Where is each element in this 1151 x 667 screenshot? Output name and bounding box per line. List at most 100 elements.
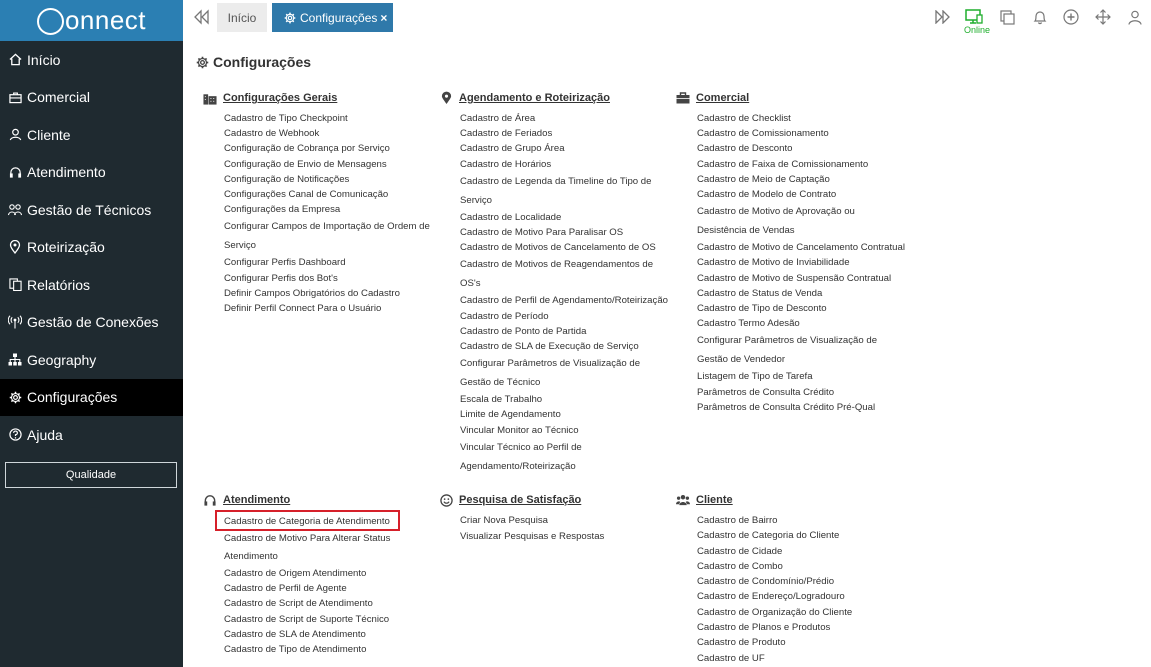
qualidade-button[interactable]: Qualidade — [5, 462, 177, 488]
link-configurar-parametros-tecnico[interactable]: Configurar Parâmetros de Visualização de — [460, 354, 671, 373]
link-cadastro-legenda-timeline[interactable]: Cadastro de Legenda da Timeline do Tipo … — [460, 172, 671, 191]
link-definir-campos-obrigatorios[interactable]: Definir Campos Obrigatórios do Cadastro — [224, 286, 435, 301]
sidebar-item-relatorios[interactable]: Relatórios — [0, 266, 183, 304]
link-cadastro-motivos-reagendamentos[interactable]: Cadastro de Motivos de Reagendamentos de — [460, 255, 671, 274]
sidebar-item-atendimento[interactable]: Atendimento — [0, 154, 183, 192]
link-cadastro-tipo-atendimento[interactable]: Cadastro de Tipo de Atendimento — [224, 642, 435, 657]
link-parametros-consulta-credito-prequal[interactable]: Parâmetros de Consulta Crédito Pré-Qual — [697, 400, 908, 415]
link-cadastro-uf[interactable]: Cadastro de UF — [697, 651, 908, 666]
sidebar-item-gestao-tecnicos[interactable]: Gestão de Técnicos — [0, 191, 183, 229]
section-header[interactable]: Comercial — [676, 91, 908, 105]
link-configuracao-notificacoes[interactable]: Configuração de Notificações — [224, 172, 435, 187]
link-cadastro-produto[interactable]: Cadastro de Produto — [697, 635, 908, 650]
link-cadastro-combo[interactable]: Cadastro de Combo — [697, 559, 908, 574]
link-configurar-perfis-bots[interactable]: Configurar Perfis dos Bot's — [224, 271, 435, 286]
link-vincular-tecnico-perfil[interactable]: Vincular Técnico ao Perfil de — [460, 438, 671, 457]
link-cadastro-meio-captacao[interactable]: Cadastro de Meio de Captação — [697, 172, 908, 187]
windows-icon[interactable] — [998, 8, 1016, 26]
link-cadastro-categoria-cliente[interactable]: Cadastro de Categoria do Cliente — [697, 528, 908, 543]
link-cadastro-endereco[interactable]: Cadastro de Endereço/Logradouro — [697, 589, 908, 604]
link-cadastro-bairro[interactable]: Cadastro de Bairro — [697, 513, 908, 528]
collapse-tabs-icon[interactable] — [193, 9, 209, 30]
link-cadastro-desconto[interactable]: Cadastro de Desconto — [697, 141, 908, 156]
sidebar-item-roteirizacao[interactable]: Roteirização — [0, 229, 183, 267]
sidebar-item-geography[interactable]: Geography — [0, 341, 183, 379]
section-header[interactable]: Pesquisa de Satisfação — [439, 493, 671, 507]
link-cadastro-motivo-inviabilidade[interactable]: Cadastro de Motivo de Inviabilidade — [697, 255, 908, 270]
section-header[interactable]: Atendimento — [203, 493, 435, 507]
link-cadastro-motivo-aprovacao-cont[interactable]: Desistência de Vendas — [697, 221, 908, 240]
sidebar-item-comercial[interactable]: Comercial — [0, 79, 183, 117]
add-circle-icon[interactable] — [1062, 8, 1080, 26]
link-cadastro-webhook[interactable]: Cadastro de Webhook — [224, 126, 435, 141]
link-cadastro-checklist[interactable]: Cadastro de Checklist — [697, 111, 908, 126]
link-cadastro-comissionamento[interactable]: Cadastro de Comissionamento — [697, 126, 908, 141]
link-configurar-campos-importacao-cont[interactable]: Serviço — [224, 236, 435, 255]
link-parametros-consulta-credito[interactable]: Parâmetros de Consulta Crédito — [697, 385, 908, 400]
link-configuracao-envio-mensagens[interactable]: Configuração de Envio de Mensagens — [224, 157, 435, 172]
link-cadastro-motivos-cancelamento[interactable]: Cadastro de Motivos de Cancelamento de O… — [460, 240, 671, 255]
link-configurar-perfis-dashboard[interactable]: Configurar Perfis Dashboard — [224, 255, 435, 270]
link-cadastro-horarios[interactable]: Cadastro de Horários — [460, 157, 671, 172]
link-configuracoes-canal-comunicacao[interactable]: Configurações Canal de Comunicação — [224, 187, 435, 202]
link-configurar-parametros-vendedor[interactable]: Configurar Parâmetros de Visualização de — [697, 331, 908, 350]
tab-inicio[interactable]: Início — [217, 3, 267, 32]
sidebar-item-cliente[interactable]: Cliente — [0, 116, 183, 154]
link-cadastro-motivo-alterar-status[interactable]: Cadastro de Motivo Para Alterar Status — [224, 530, 435, 547]
link-vincular-tecnico-perfil-cont[interactable]: Agendamento/Roteirização — [460, 457, 671, 476]
tab-configuracoes[interactable]: Configurações × — [272, 3, 393, 32]
link-definir-perfil-connect[interactable]: Definir Perfil Connect Para o Usuário — [224, 301, 435, 316]
link-cadastro-planos-produtos[interactable]: Cadastro de Planos e Produtos — [697, 620, 908, 635]
section-header[interactable]: Cliente — [676, 493, 908, 507]
link-cadastro-sla-execucao[interactable]: Cadastro de SLA de Execução de Serviço — [460, 339, 671, 354]
sidebar-item-gestao-conexoes[interactable]: Gestão de Conexões — [0, 304, 183, 342]
link-escala-trabalho[interactable]: Escala de Trabalho — [460, 392, 671, 407]
link-cadastro-script-suporte[interactable]: Cadastro de Script de Suporte Técnico — [224, 612, 435, 627]
link-cadastro-origem-atendimento[interactable]: Cadastro de Origem Atendimento — [224, 566, 435, 581]
link-cadastro-grupo-area[interactable]: Cadastro de Grupo Área — [460, 141, 671, 156]
section-header[interactable]: Configurações Gerais — [203, 91, 435, 105]
close-tab-icon[interactable]: × — [380, 11, 387, 25]
user-profile-icon[interactable] — [1126, 8, 1144, 26]
sidebar-item-ajuda[interactable]: Ajuda — [0, 416, 183, 454]
bell-icon[interactable] — [1031, 8, 1049, 26]
link-cadastro-perfil-agente[interactable]: Cadastro de Perfil de Agente — [224, 581, 435, 596]
link-cadastro-sla-atendimento[interactable]: Cadastro de SLA de Atendimento — [224, 627, 435, 642]
link-cadastro-motivo-alterar-status-cont[interactable]: Atendimento — [224, 547, 435, 566]
link-cadastro-periodo[interactable]: Cadastro de Período — [460, 309, 671, 324]
link-cadastro-feriados[interactable]: Cadastro de Feriados — [460, 126, 671, 141]
link-configurar-parametros-vendedor-cont[interactable]: Gestão de Vendedor — [697, 350, 908, 369]
link-configuracao-cobranca[interactable]: Configuração de Cobrança por Serviço — [224, 141, 435, 156]
section-header[interactable]: Agendamento e Roteirização — [439, 91, 671, 105]
link-cadastro-tipo-checkpoint[interactable]: Cadastro de Tipo Checkpoint — [224, 111, 435, 126]
sidebar-item-inicio[interactable]: Início — [0, 41, 183, 79]
link-configurar-parametros-tecnico-cont[interactable]: Gestão de Técnico — [460, 373, 671, 392]
logo[interactable]: onnect — [0, 0, 183, 41]
link-cadastro-tipo-desconto[interactable]: Cadastro de Tipo de Desconto — [697, 301, 908, 316]
fast-forward-icon[interactable] — [934, 8, 952, 26]
link-cadastro-organizacao-cliente[interactable]: Cadastro de Organização do Cliente — [697, 605, 908, 620]
sidebar-item-configuracoes[interactable]: Configurações — [0, 378, 183, 416]
link-cadastro-motivo-aprovacao[interactable]: Cadastro de Motivo de Aprovação ou — [697, 202, 908, 221]
link-cadastro-localidade[interactable]: Cadastro de Localidade — [460, 210, 671, 225]
link-cadastro-area[interactable]: Cadastro de Área — [460, 111, 671, 126]
link-cadastro-motivo-suspensao[interactable]: Cadastro de Motivo de Suspensão Contratu… — [697, 271, 908, 286]
link-cadastro-perfil-agendamento[interactable]: Cadastro de Perfil de Agendamento/Roteir… — [460, 293, 671, 308]
link-cadastro-condominio[interactable]: Cadastro de Condomínio/Prédio — [697, 574, 908, 589]
link-cadastro-motivo-paralisar[interactable]: Cadastro de Motivo Para Paralisar OS — [460, 225, 671, 240]
link-criar-nova-pesquisa[interactable]: Criar Nova Pesquisa — [460, 513, 671, 529]
link-cadastro-cidade[interactable]: Cadastro de Cidade — [697, 544, 908, 559]
link-cadastro-ponto-partida[interactable]: Cadastro de Ponto de Partida — [460, 324, 671, 339]
link-visualizar-pesquisas[interactable]: Visualizar Pesquisas e Respostas — [460, 529, 671, 545]
link-vincular-monitor[interactable]: Vincular Monitor ao Técnico — [460, 423, 671, 438]
link-cadastro-modelo-contrato[interactable]: Cadastro de Modelo de Contrato — [697, 187, 908, 202]
link-cadastro-termo-adesao[interactable]: Cadastro Termo Adesão — [697, 316, 908, 331]
link-cadastro-faixa-comissionamento[interactable]: Cadastro de Faixa de Comissionamento — [697, 157, 908, 172]
link-cadastro-motivo-cancelamento-contratual[interactable]: Cadastro de Motivo de Cancelamento Contr… — [697, 240, 908, 255]
link-cadastro-categoria-atendimento[interactable]: Cadastro de Categoria de Atendimento — [224, 513, 435, 530]
link-cadastro-motivos-reagendamentos-cont[interactable]: OS's — [460, 274, 671, 293]
link-configuracoes-empresa[interactable]: Configurações da Empresa — [224, 202, 435, 217]
link-limite-agendamento[interactable]: Limite de Agendamento — [460, 407, 671, 422]
link-cadastro-legenda-timeline-cont[interactable]: Serviço — [460, 191, 671, 210]
link-cadastro-script-atendimento[interactable]: Cadastro de Script de Atendimento — [224, 596, 435, 611]
